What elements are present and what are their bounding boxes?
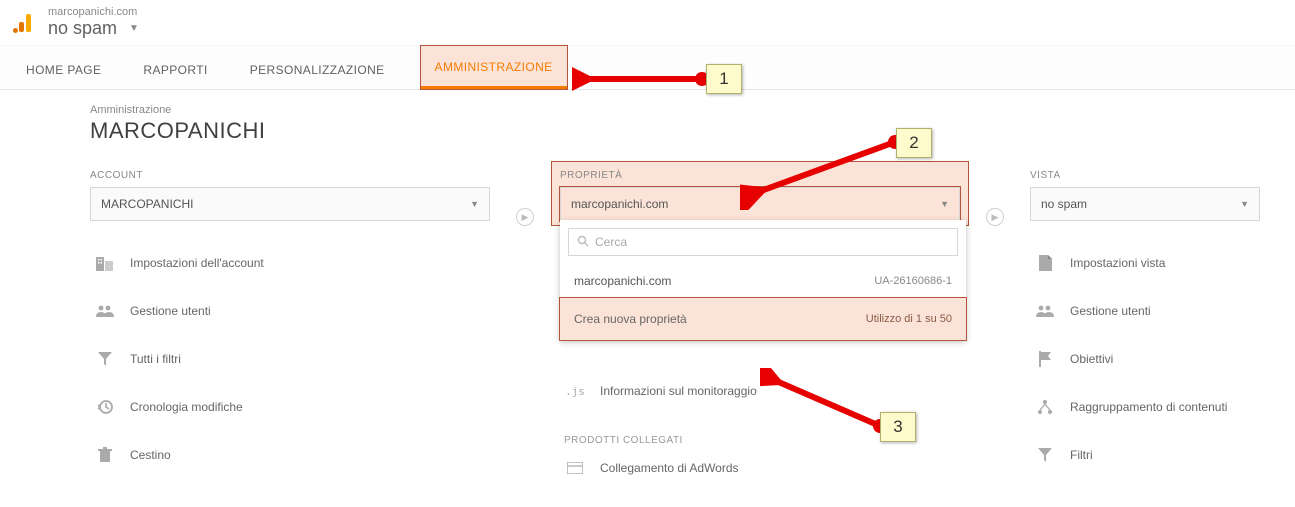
menu-user-management-account[interactable]: Gestione utenti	[90, 291, 490, 331]
account-column: ACCOUNT MARCOPANICHI ▼ Impostazioni dell…	[90, 170, 490, 488]
create-property-button[interactable]: Crea nuova proprietà Utilizzo di 1 su 50	[560, 298, 966, 340]
funnel-icon	[94, 351, 116, 367]
annotation-1: 1	[706, 64, 742, 94]
property-option[interactable]: marcopanichi.com UA-26160686-1	[560, 264, 966, 298]
menu-label: Tutti i filtri	[130, 352, 181, 366]
menu-label: Informazioni sul monitoraggio	[600, 384, 757, 398]
menu-label: Gestione utenti	[1070, 304, 1151, 318]
chevron-right-icon: ▶	[516, 208, 534, 226]
users-icon	[94, 304, 116, 318]
users-icon	[1034, 304, 1056, 318]
create-property-label: Crea nuova proprietà	[574, 312, 687, 326]
breadcrumb-region: Amministrazione MARCOPANICHI	[0, 90, 1295, 144]
account-selector[interactable]: marcopanichi.com no spam ▼	[48, 6, 139, 39]
flag-icon	[1034, 351, 1056, 367]
column-separator: ▶	[960, 170, 1030, 488]
menu-trash[interactable]: Cestino	[90, 435, 490, 475]
chevron-right-icon: ▶	[986, 208, 1004, 226]
menu-label: Impostazioni dell'account	[130, 256, 264, 270]
annotation-3: 3	[880, 412, 916, 442]
grouping-icon	[1034, 399, 1056, 415]
analytics-logo-icon	[12, 10, 38, 36]
tab-home[interactable]: HOME PAGE	[20, 49, 107, 89]
menu-label: Obiettivi	[1070, 352, 1113, 366]
account-name: no spam	[48, 18, 117, 39]
menu-user-management-view[interactable]: Gestione utenti	[1030, 291, 1260, 331]
account-dropdown-value: MARCOPANICHI	[101, 197, 193, 211]
chevron-down-icon: ▼	[940, 199, 949, 209]
menu-tracking-info[interactable]: .js Informazioni sul monitoraggio	[560, 371, 960, 411]
property-dropdown-value: marcopanichi.com	[571, 197, 668, 211]
menu-label: Cestino	[130, 448, 171, 462]
account-dropdown[interactable]: MARCOPANICHI ▼	[90, 187, 490, 221]
account-domain: marcopanichi.com	[48, 6, 139, 18]
funnel-icon	[1034, 447, 1056, 463]
main-tabs: HOME PAGE RAPPORTI PERSONALIZZAZIONE AMM…	[0, 46, 1295, 90]
breadcrumb-label: Amministrazione	[90, 104, 1295, 116]
trash-icon	[94, 447, 116, 463]
building-icon	[94, 255, 116, 271]
view-column: VISTA no spam ▼ Impostazioni vista Gesti…	[1030, 170, 1260, 488]
view-col-label: VISTA	[1030, 170, 1260, 181]
view-dropdown[interactable]: no spam ▼	[1030, 187, 1260, 221]
menu-label: Raggruppamento di contenuti	[1070, 400, 1227, 414]
property-search-input[interactable]: Cerca	[568, 228, 958, 256]
menu-content-grouping[interactable]: Raggruppamento di contenuti	[1030, 387, 1260, 427]
property-usage: Utilizzo di 1 su 50	[866, 313, 952, 325]
chevron-down-icon: ▼	[129, 23, 139, 34]
tab-customization[interactable]: PERSONALIZZAZIONE	[244, 49, 391, 89]
property-option-name: marcopanichi.com	[574, 274, 671, 288]
breadcrumb-title: MARCOPANICHI	[90, 118, 1295, 144]
property-col-label: PROPRIETÀ	[560, 170, 960, 181]
view-dropdown-value: no spam	[1041, 197, 1087, 211]
annotation-2: 2	[896, 128, 932, 158]
menu-account-settings[interactable]: Impostazioni dell'account	[90, 243, 490, 283]
column-separator: ▶	[490, 170, 560, 488]
property-dropdown[interactable]: marcopanichi.com ▼	[560, 187, 960, 221]
tab-reports[interactable]: RAPPORTI	[137, 49, 213, 89]
menu-goals[interactable]: Obiettivi	[1030, 339, 1260, 379]
menu-change-history[interactable]: Cronologia modifiche	[90, 387, 490, 427]
page-icon	[1034, 255, 1056, 271]
header-bar: marcopanichi.com no spam ▼	[0, 0, 1295, 46]
property-dropdown-panel: Cerca marcopanichi.com UA-26160686-1 Cre…	[560, 220, 966, 340]
menu-all-filters[interactable]: Tutti i filtri	[90, 339, 490, 379]
js-icon: .js	[564, 385, 586, 398]
tab-admin[interactable]: AMMINISTRAZIONE	[421, 46, 567, 89]
search-placeholder: Cerca	[595, 235, 627, 249]
search-icon	[577, 235, 589, 250]
menu-view-settings[interactable]: Impostazioni vista	[1030, 243, 1260, 283]
chevron-down-icon: ▼	[1240, 199, 1249, 209]
history-icon	[94, 399, 116, 415]
menu-label: Gestione utenti	[130, 304, 211, 318]
menu-label: Filtri	[1070, 448, 1093, 462]
menu-adwords-linking[interactable]: Collegamento di AdWords	[560, 448, 960, 488]
menu-label: Cronologia modifiche	[130, 400, 243, 414]
menu-view-filters[interactable]: Filtri	[1030, 435, 1260, 475]
adwords-icon	[564, 462, 586, 474]
property-option-ua: UA-26160686-1	[874, 275, 952, 287]
menu-label: Collegamento di AdWords	[600, 461, 739, 475]
chevron-down-icon: ▼	[470, 199, 479, 209]
account-col-label: ACCOUNT	[90, 170, 490, 181]
admin-columns: ACCOUNT MARCOPANICHI ▼ Impostazioni dell…	[0, 144, 1295, 488]
menu-label: Impostazioni vista	[1070, 256, 1165, 270]
